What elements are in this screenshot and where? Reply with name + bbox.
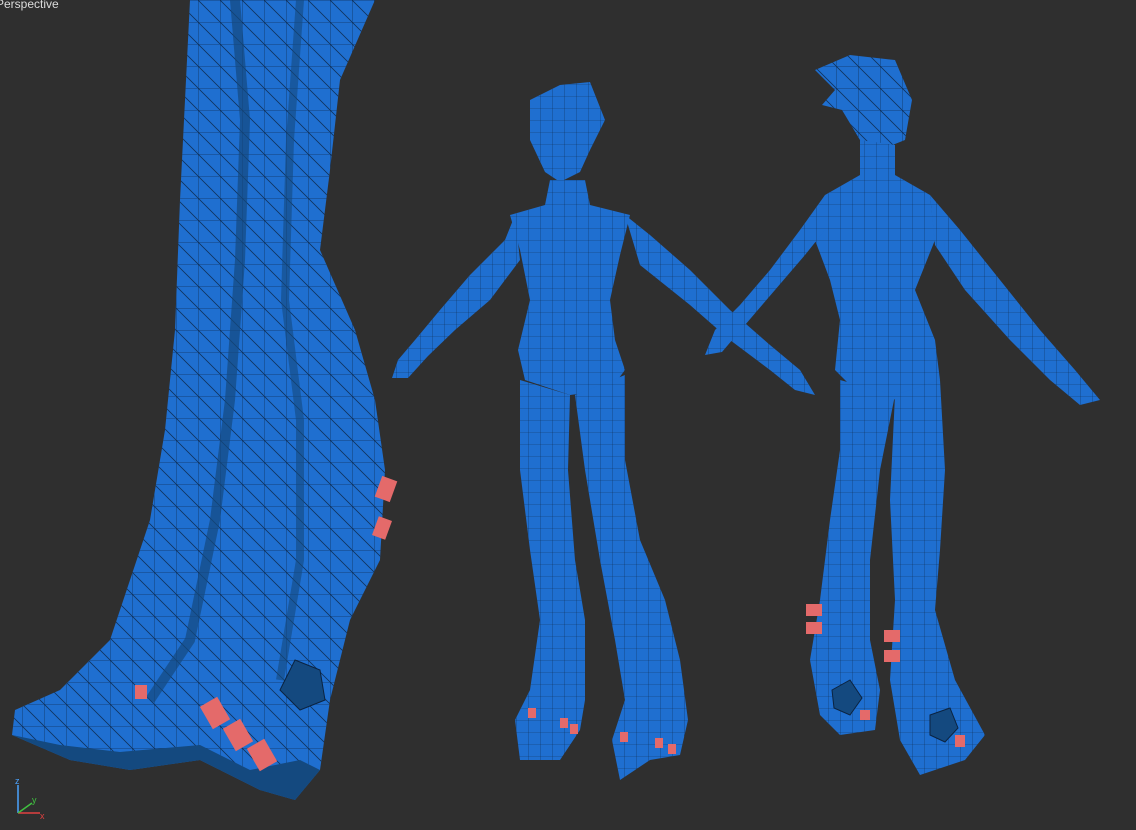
leg-closeup-mesh[interactable]	[12, 0, 385, 800]
x-axis-label: x	[40, 811, 45, 820]
y-axis-line	[17, 802, 33, 814]
figure-back-mesh[interactable]	[705, 55, 1100, 775]
z-axis-label: z	[15, 776, 20, 786]
scene-canvas[interactable]	[0, 0, 1136, 830]
y-axis-label: y	[32, 795, 37, 805]
figure-front-mesh[interactable]	[392, 82, 815, 780]
axis-gizmo[interactable]: z x y	[10, 775, 50, 820]
perspective-viewport[interactable]: Perspective z x y	[0, 0, 1136, 830]
